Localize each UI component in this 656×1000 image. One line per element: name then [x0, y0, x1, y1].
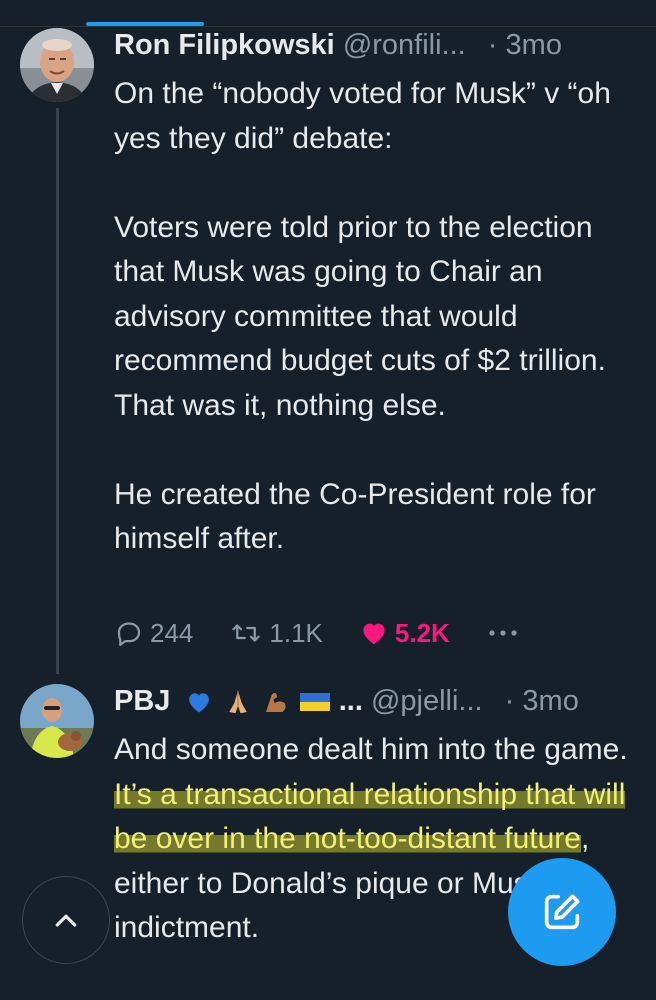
compose-icon [544, 894, 580, 930]
reply-count: 244 [150, 617, 194, 648]
reply-button[interactable]: 244 [114, 618, 193, 649]
author-handle[interactable]: @pjelli... [371, 685, 483, 717]
tweet-header: Ron Filipkowski @ronfili... · 3mo [114, 28, 562, 62]
author-name[interactable]: Ron Filipkowski [114, 29, 335, 61]
thread-connector-line [56, 108, 59, 674]
retweet-count: 1.1K [269, 617, 323, 648]
retweet-button[interactable]: 1.1K [229, 618, 323, 649]
retweet-icon [232, 624, 261, 642]
tweet-actions: 244 1.1K 5.2K [114, 616, 562, 650]
tweet-text: On the “nobody voted for Musk” v “oh yes… [114, 77, 611, 555]
tweet-time[interactable]: 3mo [506, 29, 562, 61]
ukraine-flag-icon [299, 693, 330, 712]
highlighted-text: It’s a transactional relationship that w… [114, 777, 626, 855]
avatar[interactable] [20, 28, 94, 102]
tweet-text-part: And someone dealt him into the game. [114, 733, 628, 766]
scroll-to-top-button[interactable] [22, 876, 110, 964]
time-separator: · [504, 685, 515, 717]
blue-heart-icon [189, 693, 210, 713]
author-handle[interactable]: @ronfili... [343, 29, 466, 61]
heart-icon [363, 623, 385, 645]
more-button[interactable] [486, 618, 526, 648]
tweet-time[interactable]: 3mo [522, 685, 578, 717]
tweet-header: PBJ ... @pjelli... · 3mo [114, 684, 579, 718]
avatar[interactable] [20, 684, 94, 758]
name-ellipsis: ... [338, 685, 363, 717]
time-separator: · [487, 29, 498, 61]
like-count: 5.2K [394, 617, 450, 648]
more-dots-icon [489, 630, 517, 636]
flexed-biceps-icon [265, 693, 286, 713]
reply-icon [117, 622, 141, 646]
chevron-up-icon [55, 914, 77, 927]
author-name[interactable]: PBJ [114, 685, 170, 717]
like-button[interactable]: 5.2K [359, 618, 450, 649]
compose-button[interactable] [508, 858, 616, 966]
folded-hands-icon [228, 691, 247, 714]
name-emojis [184, 685, 338, 717]
tweet-ron-filipkowski[interactable]: Ron Filipkowski @ronfili... · 3mo On the… [0, 0, 656, 674]
